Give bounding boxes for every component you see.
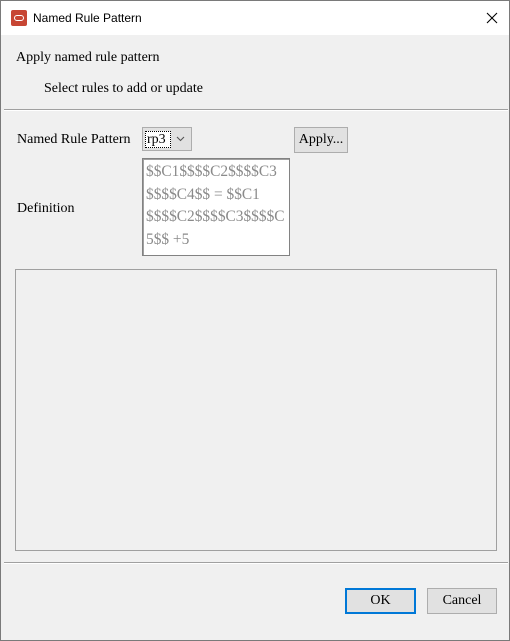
named-rule-pattern-dialog: Named Rule Pattern Apply named rule patt… <box>0 0 510 641</box>
ok-button[interactable]: OK <box>345 588 416 614</box>
definition-textarea[interactable]: $$C1$$$$C2$$$$C3$$$$C4$$ = $$C1$$$$C2$$$… <box>142 158 290 256</box>
header-title: Apply named rule pattern <box>16 50 160 65</box>
definition-label: Definition <box>17 201 75 216</box>
cancel-button[interactable]: Cancel <box>427 588 497 614</box>
named-rule-pattern-label: Named Rule Pattern <box>17 132 131 147</box>
apply-button[interactable]: Apply... <box>294 127 348 153</box>
title-bar[interactable]: Named Rule Pattern <box>1 1 509 35</box>
named-rule-pattern-dropdown[interactable]: rp3 <box>142 127 192 151</box>
header-subtitle: Select rules to add or update <box>44 81 204 96</box>
dialog-header: Apply named rule pattern Select rules to… <box>1 35 509 109</box>
header-divider <box>4 109 508 111</box>
chevron-down-icon <box>176 136 185 142</box>
window-title: Named Rule Pattern <box>33 11 142 25</box>
rules-panel <box>15 269 497 551</box>
oracle-logo-icon <box>11 10 27 26</box>
footer-divider <box>4 562 508 564</box>
named-rule-pattern-selected-value: rp3 <box>145 131 171 148</box>
close-button[interactable] <box>475 3 509 33</box>
close-icon <box>486 12 498 24</box>
